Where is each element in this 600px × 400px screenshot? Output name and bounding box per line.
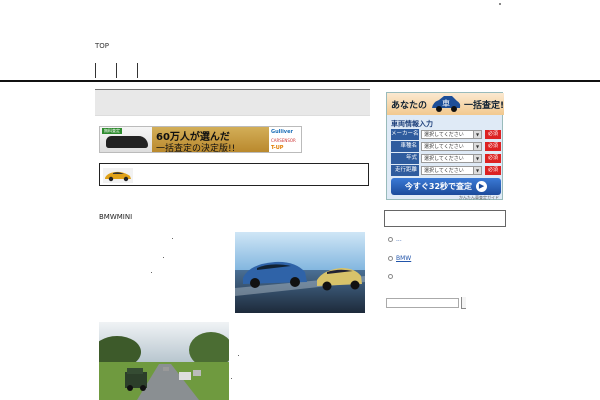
maker-row: メーカー名 選択してください ▼ 必須: [391, 129, 501, 140]
chevron-down-icon: ▼: [473, 143, 481, 150]
appraisal-submit-button[interactable]: 今すぐ32秒で査定 ▶: [391, 178, 501, 195]
nav-divider: [116, 63, 117, 78]
widget-caption: かんたん車査定ガイド: [459, 195, 499, 200]
field-label: 年式: [391, 153, 419, 164]
car-icon: 車: [432, 96, 461, 112]
required-badge: 必須: [485, 166, 501, 175]
required-badge: 必須: [485, 142, 501, 151]
text-speck: [238, 355, 239, 356]
featured-car-thumbnail: [103, 168, 133, 183]
ad-copy: 60万人が選んだ 一括査定の決定版!!: [152, 127, 269, 153]
sidebar-item[interactable]: ...: [388, 236, 402, 243]
sidebar-item-label: BMW: [396, 255, 412, 262]
maker-select[interactable]: 選択してください ▼: [421, 130, 482, 139]
ad-tag: 無料査定: [102, 128, 122, 134]
bullet-icon: [388, 237, 393, 242]
article-title[interactable]: BMWMINI: [99, 213, 132, 221]
nav-divider: [95, 63, 96, 78]
field-label: 車種名: [391, 141, 419, 152]
field-label: メーカー名: [391, 129, 419, 140]
required-badge: 必須: [485, 154, 501, 163]
ad-car-photo: 無料査定: [100, 127, 152, 152]
search-input[interactable]: [386, 298, 459, 308]
submit-label: 今すぐ32秒で査定: [404, 182, 473, 191]
required-badge: 必須: [485, 130, 501, 139]
bullet-icon: [388, 274, 393, 279]
car-icon-label: 車: [442, 98, 450, 108]
convoy-photo[interactable]: [99, 322, 229, 400]
header-rule: [0, 80, 600, 82]
text-speck: [231, 378, 232, 379]
text-speck: [172, 238, 173, 239]
year-row: 年式 選択してください ▼ 必須: [391, 153, 501, 164]
chevron-down-icon: ▼: [473, 131, 481, 138]
ad-logo: Gulliver: [271, 129, 293, 135]
bullet-icon: [388, 256, 393, 261]
car-image: [106, 136, 148, 148]
bmw-photo[interactable]: [235, 232, 365, 313]
nav-divider: [137, 63, 138, 78]
ad-logos: Gulliver CARSENSOR T-UP: [269, 127, 301, 152]
text-speck: [151, 272, 152, 273]
mileage-row: 走行距離 選択してください ▼ 必須: [391, 165, 501, 176]
chevron-down-icon: ▼: [473, 155, 481, 162]
featured-post-box[interactable]: [99, 163, 369, 186]
widget-header: あなたの 車 一括査定!: [387, 93, 504, 115]
sidebar-box: [384, 210, 506, 227]
widget-header-right: 一括査定!: [464, 101, 505, 111]
breadcrumb-bar: [95, 89, 370, 116]
arrow-right-icon: ▶: [476, 181, 488, 192]
ad-subline: 一括査定の決定版!!: [156, 144, 236, 153]
field-label: 走行距離: [391, 165, 419, 176]
sidebar-item[interactable]: [388, 273, 396, 280]
corner-dot: [499, 3, 501, 5]
text-speck: [163, 257, 164, 258]
sidebar-item-bmw[interactable]: BMW: [388, 255, 411, 262]
top-link[interactable]: TOP: [95, 42, 109, 50]
year-select[interactable]: 選択してください ▼: [421, 154, 482, 163]
model-select[interactable]: 選択してください ▼: [421, 142, 482, 151]
ad-banner[interactable]: 無料査定 60万人が選んだ 一括査定の決定版!! Gulliver CARSEN…: [99, 126, 302, 153]
model-row: 車種名 選択してください ▼ 必須: [391, 141, 501, 152]
chevron-down-icon: ▼: [473, 167, 481, 174]
sidebar-item-label: ...: [396, 236, 402, 243]
ad-logo: CARSENSOR: [271, 138, 296, 143]
widget-header-left: あなたの: [391, 101, 428, 111]
widget-title: 車両情報入力: [391, 120, 433, 128]
car-appraisal-widget: あなたの 車 一括査定! 車両情報入力 メーカー名 選択してください ▼ 必須 車…: [386, 92, 504, 200]
search-button[interactable]: [461, 297, 466, 309]
mileage-select[interactable]: 選択してください ▼: [421, 166, 482, 175]
ad-logo: T-UP: [271, 145, 284, 151]
